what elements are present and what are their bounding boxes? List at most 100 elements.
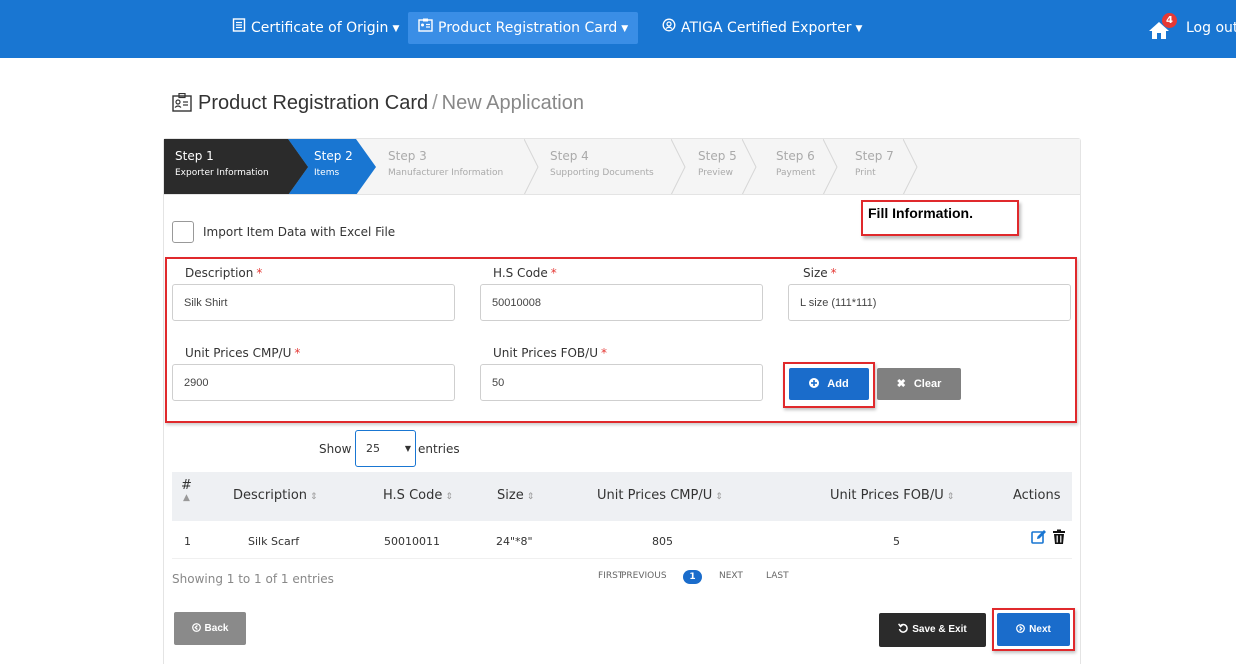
sort-up-icon: ▲: [183, 493, 190, 503]
step-subtitle: Manufacturer Information: [388, 168, 504, 178]
row-divider: [172, 558, 1072, 559]
logout-label: Log out: [1186, 20, 1236, 36]
step-wizard: Step 1 Exporter Information Step 2 Items…: [164, 139, 1080, 195]
step-arrow: [823, 139, 838, 194]
col-header-index[interactable]: # ▲: [181, 478, 192, 503]
cell-hs-code: 50010011: [384, 535, 440, 548]
caret-down-icon: ▼: [621, 24, 629, 34]
page-size-value: 25: [366, 442, 380, 455]
fob-price-input[interactable]: [480, 364, 763, 401]
step-title: Step 5: [698, 149, 737, 163]
sort-icon: ⇕: [715, 492, 723, 502]
fob-price-label-text: Unit Prices FOB/U: [493, 346, 598, 360]
sort-icon: ⇕: [445, 492, 453, 502]
id-card-icon: [418, 12, 433, 44]
step-subtitle: Exporter Information: [175, 168, 269, 178]
nav-product-registration-card[interactable]: Product Registration Card ▼: [408, 12, 639, 44]
back-button[interactable]: Back: [174, 612, 246, 645]
required-marker: *: [830, 266, 837, 280]
required-marker: *: [601, 346, 607, 360]
pager-first[interactable]: FIRST: [598, 571, 623, 581]
home-button[interactable]: 4: [1148, 13, 1178, 44]
clear-button-label: Clear: [913, 378, 942, 390]
size-label-text: Size: [803, 266, 828, 280]
cmp-price-input[interactable]: [172, 364, 455, 401]
trash-icon[interactable]: [1052, 529, 1066, 545]
col-header-description[interactable]: Description ⇕: [233, 488, 318, 503]
cmp-price-label: Unit Prices CMP/U *: [185, 346, 300, 360]
step-title: Step 1: [175, 149, 214, 163]
col-header-actions: Actions: [1013, 488, 1061, 503]
save-exit-button[interactable]: Save & Exit: [879, 613, 986, 647]
step-subtitle: Supporting Documents: [550, 168, 654, 178]
nav-certificate-label: Certificate of Origin: [251, 20, 389, 36]
col-header-text: Unit Prices FOB/U: [830, 488, 944, 503]
step-3[interactable]: Step 3 Manufacturer Information: [388, 139, 528, 194]
step-subtitle: Payment: [776, 168, 816, 178]
showing-info: Showing 1 to 1 of 1 entries: [172, 572, 334, 586]
page-size-select[interactable]: 25 ▼: [355, 430, 416, 467]
document-icon: [232, 12, 246, 44]
sort-icon: ⇕: [946, 492, 955, 502]
page-subtitle: New Application: [441, 92, 584, 114]
caret-down-icon: ▼: [855, 24, 863, 34]
col-header-fob[interactable]: Unit Prices FOB/U ⇕: [830, 488, 954, 503]
edit-icon[interactable]: [1031, 529, 1047, 545]
description-label: Description *: [185, 266, 262, 280]
clear-button[interactable]: ✖ Clear: [877, 368, 961, 400]
step-title: Step 4: [550, 149, 589, 163]
hs-code-label: H.S Code *: [493, 266, 557, 280]
add-button[interactable]: Add: [789, 368, 869, 400]
step-arrow: [903, 139, 918, 194]
logout-link[interactable]: Log out: [1186, 12, 1236, 44]
size-label: Size *: [803, 266, 837, 280]
size-input[interactable]: [788, 284, 1071, 321]
show-label: Show: [319, 442, 352, 456]
step-1[interactable]: Step 1 Exporter Information: [164, 139, 288, 194]
step-arrow: [288, 139, 308, 194]
notification-badge: 4: [1162, 13, 1177, 28]
col-header-text: Description: [233, 488, 308, 503]
cell-cmp: 805: [652, 535, 673, 548]
hs-code-input[interactable]: [480, 284, 763, 321]
col-header-size[interactable]: Size ⇕: [497, 488, 534, 503]
description-input[interactable]: [172, 284, 455, 321]
page-title: Product Registration Card / New Applicatio…: [172, 92, 584, 118]
next-button[interactable]: Next: [997, 613, 1070, 646]
page-title-text: Product Registration Card: [198, 92, 429, 114]
description-label-text: Description: [185, 266, 254, 280]
pager-current-page[interactable]: 1: [683, 570, 702, 584]
sort-icon: ⇕: [310, 492, 318, 502]
cell-description: Silk Scarf: [248, 535, 300, 548]
col-header-cmp[interactable]: Unit Prices CMP/U ⇕: [597, 488, 723, 503]
col-header-text: Unit Prices CMP/U: [597, 488, 713, 503]
arrow-circle-left-icon: [191, 612, 201, 645]
import-excel-checkbox[interactable]: [172, 221, 194, 243]
step-title: Step 6: [776, 149, 815, 163]
pager-next[interactable]: NEXT: [719, 571, 743, 581]
hs-code-label-text: H.S Code: [493, 266, 548, 280]
col-header-text: H.S Code: [383, 488, 443, 503]
step-2[interactable]: Step 2 Items: [308, 139, 356, 194]
step-title: Step 3: [388, 149, 427, 163]
nav-certificate-of-origin[interactable]: Certificate of Origin ▼: [222, 12, 409, 44]
pager-previous[interactable]: PREVIOUS: [621, 571, 667, 581]
breadcrumb-separator: /: [432, 92, 438, 114]
close-icon: ✖: [896, 378, 906, 390]
step-5[interactable]: Step 5 Preview: [698, 139, 740, 194]
cell-index: 1: [184, 535, 191, 548]
cmp-price-label-text: Unit Prices CMP/U: [185, 346, 292, 360]
pager-last[interactable]: LAST: [766, 571, 789, 581]
undo-icon: [898, 613, 909, 647]
step-7[interactable]: Step 7 Print: [855, 139, 897, 194]
step-6[interactable]: Step 6 Payment: [776, 139, 824, 194]
caret-down-icon: ▼: [392, 24, 400, 34]
cell-size: 24"*8": [496, 535, 533, 548]
nav-atiga-certified-exporter[interactable]: ATIGA Certified Exporter ▼: [652, 12, 872, 44]
col-header-hs-code[interactable]: H.S Code ⇕: [383, 488, 453, 503]
required-marker: *: [256, 266, 263, 280]
id-card-icon: [172, 92, 192, 118]
step-4[interactable]: Step 4 Supporting Documents: [550, 139, 675, 194]
import-excel-label: Import Item Data with Excel File: [203, 225, 396, 239]
required-marker: *: [550, 266, 557, 280]
